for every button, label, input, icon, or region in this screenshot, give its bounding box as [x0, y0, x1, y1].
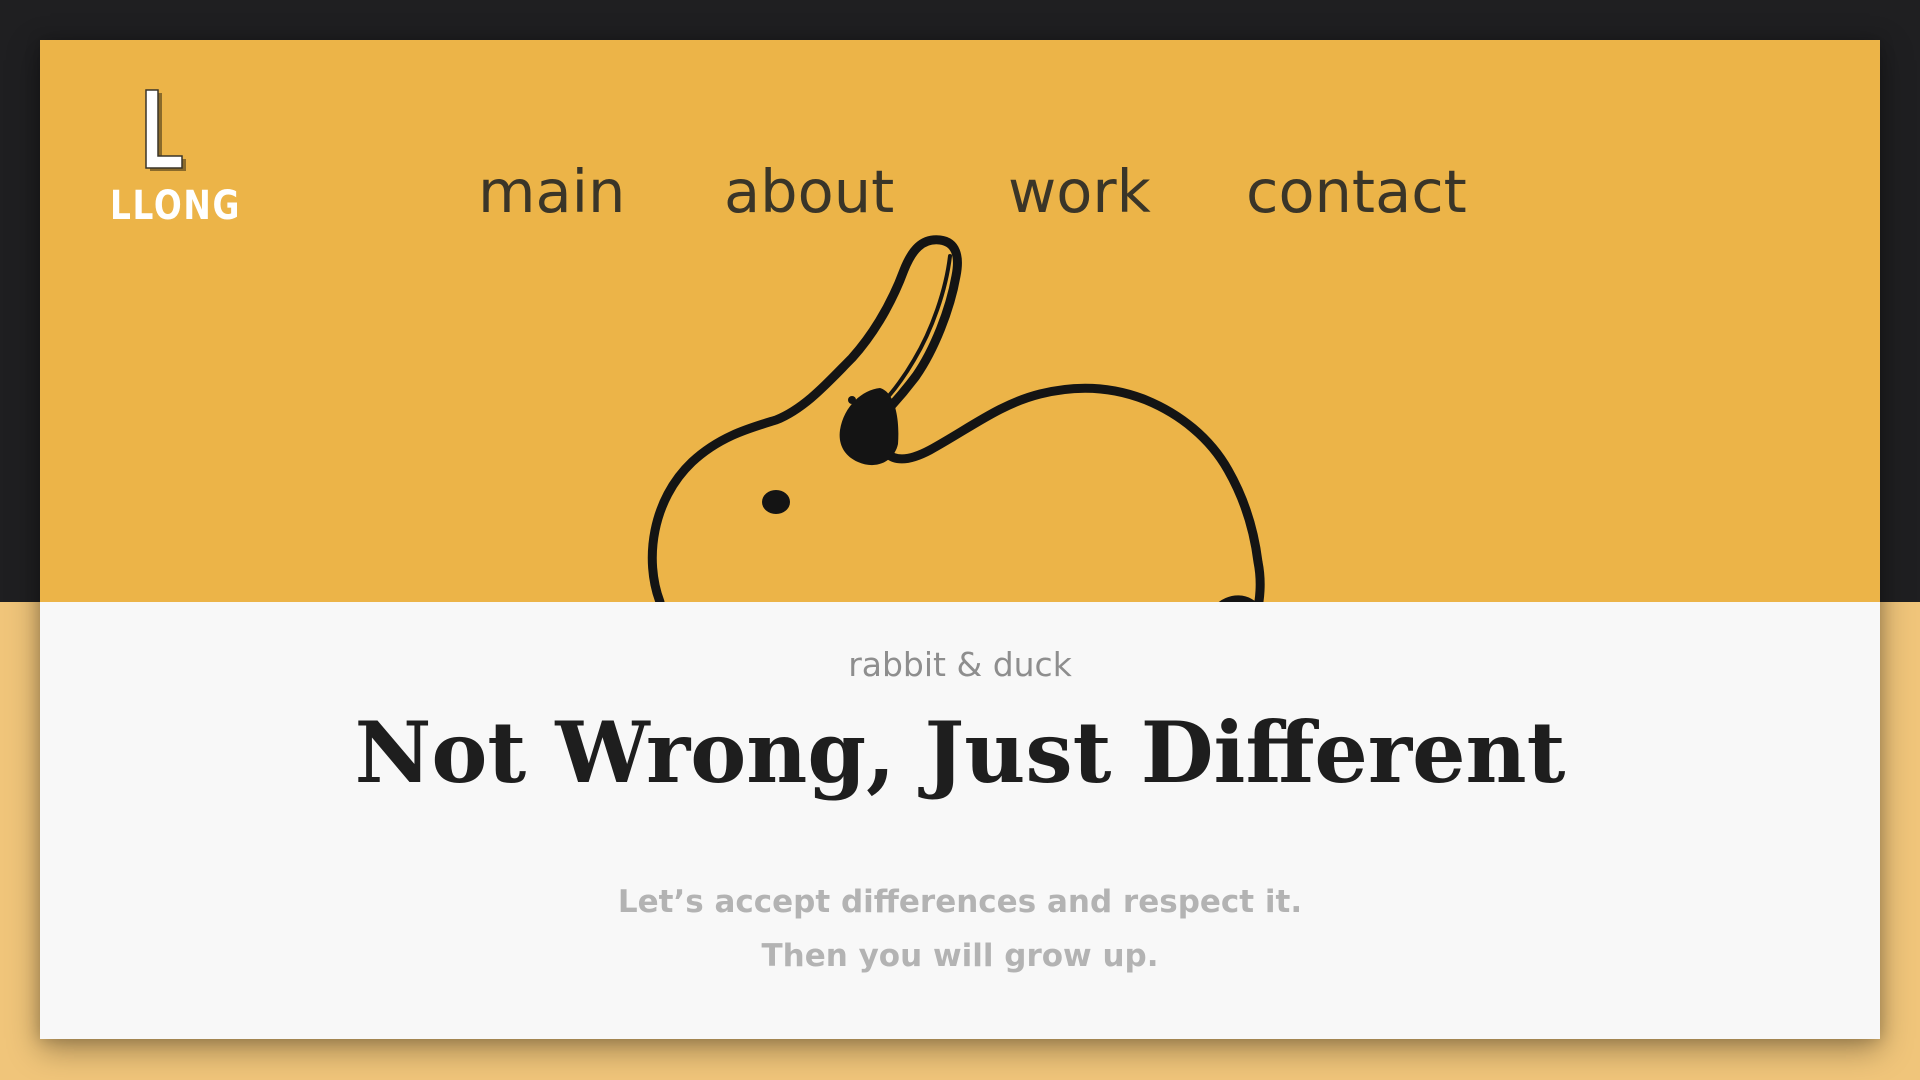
- subtext-line-2: Then you will grow up.: [761, 938, 1159, 974]
- hero-banner: LLONG main about work contact: [40, 40, 1880, 602]
- nav-item-about[interactable]: about: [724, 152, 894, 232]
- nav-item-contact[interactable]: contact: [1246, 152, 1467, 232]
- subtext-line-1: Let’s accept differences and respect it.: [617, 884, 1303, 920]
- nav-item-main[interactable]: main: [478, 152, 625, 232]
- rabbit-duck-illustration: [647, 235, 1265, 602]
- hero-card: LLONG main about work contact rabbit & d…: [40, 40, 1880, 1039]
- main-nav: main about work contact: [40, 152, 1880, 232]
- eyebrow-text: rabbit & duck: [848, 645, 1072, 684]
- nav-item-work[interactable]: work: [1008, 152, 1151, 232]
- hero-content: rabbit & duck Not Wrong, Just Different …: [40, 602, 1880, 1039]
- page-title: Not Wrong, Just Different: [354, 703, 1566, 802]
